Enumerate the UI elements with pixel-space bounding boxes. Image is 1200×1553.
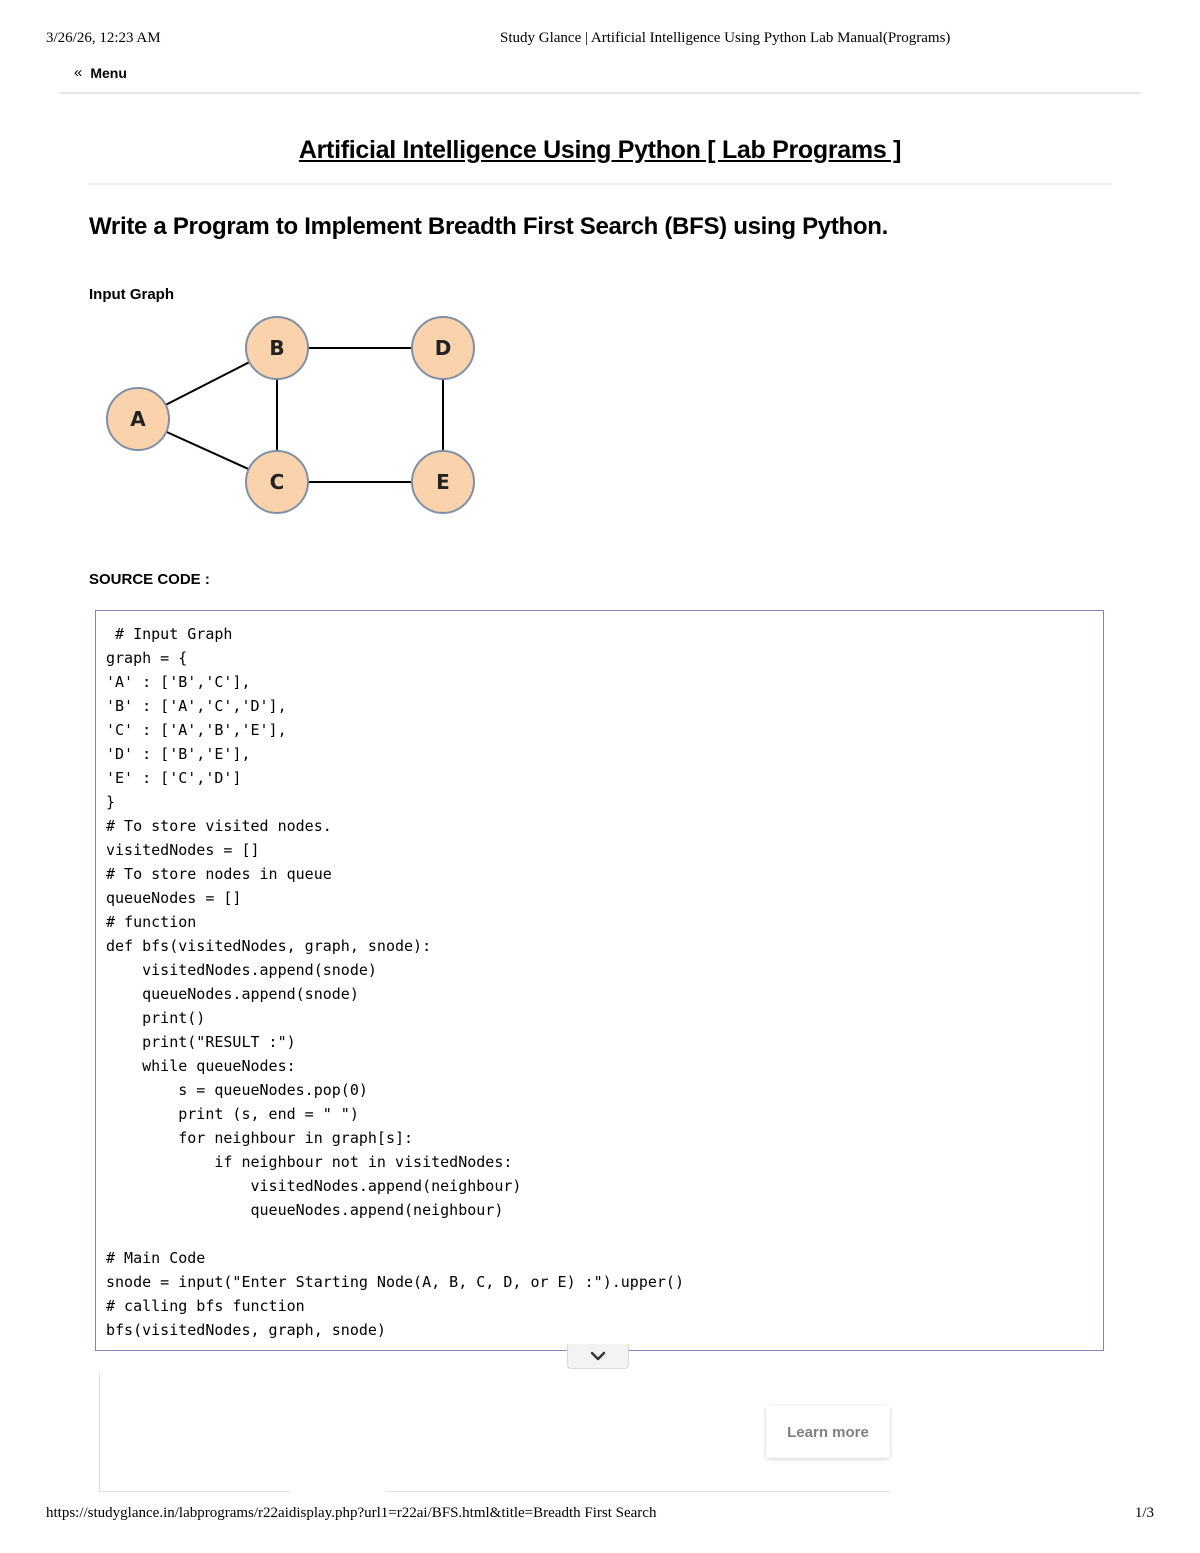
menu-label: Menu [90,64,127,81]
source-code-label: SOURCE CODE : [89,571,210,588]
source-code-text[interactable]: # Input Graph graph = { 'A' : ['B','C'],… [96,611,1103,1342]
header-divider [60,92,1141,94]
node-label-d: D [435,336,452,360]
menu-button[interactable]: « Menu [74,64,127,81]
node-label-c: C [270,470,285,494]
program-heading: Write a Program to Implement Breadth Fir… [89,213,888,240]
code-block[interactable]: # Input Graph graph = { 'A' : ['B','C'],… [95,610,1104,1351]
page-title: Artificial Intelligence Using Python [ L… [298,136,902,164]
node-label-e: E [436,470,450,494]
double-chevron-left-icon: « [74,64,83,81]
learn-more-button[interactable]: Learn more [766,1406,890,1458]
expand-button[interactable] [567,1344,629,1369]
chevron-down-icon [590,1351,606,1361]
node-label-b: B [269,336,284,360]
print-doc-title: Study Glance | Artificial Intelligence U… [500,30,951,46]
page-number: 1/3 [1134,1505,1154,1521]
input-graph-label: Input Graph [89,286,174,303]
print-footer: https://studyglance.in/labprograms/r22ai… [46,1505,1154,1525]
title-divider [88,183,1112,185]
input-graph-diagram: A B C D E [106,316,475,514]
print-url: https://studyglance.in/labprograms/r22ai… [46,1505,657,1521]
print-header: 3/26/26, 12:23 AM Study Glance | Artific… [46,30,1154,50]
node-label-a: A [130,407,146,431]
print-datetime: 3/26/26, 12:23 AM [46,30,161,46]
